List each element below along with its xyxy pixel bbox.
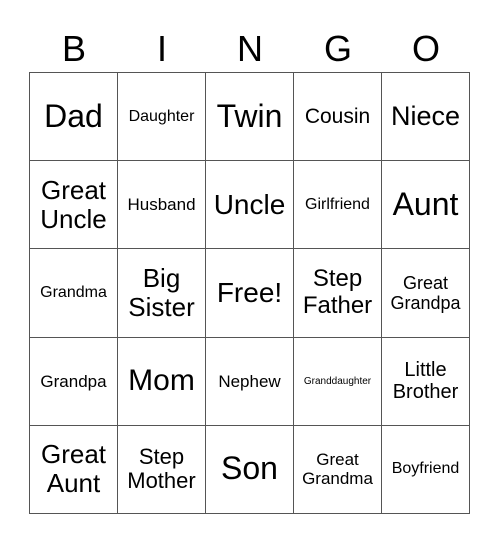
bingo-cell[interactable]: Niece <box>382 73 470 162</box>
bingo-cell-free[interactable]: Free! <box>206 249 294 338</box>
header-letter-i: I <box>156 28 167 69</box>
bingo-cell[interactable]: Grandma <box>30 249 118 338</box>
bingo-cell[interactable]: Dad <box>30 73 118 162</box>
bingo-cell[interactable]: Son <box>206 425 294 514</box>
bingo-cell[interactable]: Mom <box>118 337 206 426</box>
bingo-cell[interactable]: Little Brother <box>382 337 470 426</box>
bingo-cell[interactable]: Granddaughter <box>294 337 382 426</box>
bingo-cell[interactable]: Cousin <box>294 73 382 162</box>
bingo-cell[interactable]: Grandpa <box>30 337 118 426</box>
bingo-cell[interactable]: Aunt <box>382 161 470 250</box>
bingo-cell[interactable]: Boyfriend <box>382 425 470 514</box>
header-letter-b: B <box>61 28 86 69</box>
header-letter-n: N <box>237 28 263 69</box>
bingo-cell[interactable]: Daughter <box>118 73 206 162</box>
header-letter-g: G <box>323 28 352 69</box>
bingo-cell[interactable]: Step Mother <box>118 425 206 514</box>
bingo-cell[interactable]: Step Father <box>294 249 382 338</box>
bingo-cell[interactable]: Nephew <box>206 337 294 426</box>
bingo-cell[interactable]: Great Grandpa <box>382 249 470 338</box>
bingo-cell[interactable]: Uncle <box>206 161 294 250</box>
bingo-cell[interactable]: Big Sister <box>118 249 206 338</box>
bingo-cell[interactable]: Twin <box>206 73 294 162</box>
bingo-cell[interactable]: Great Uncle <box>30 161 118 250</box>
bingo-grid: Dad Daughter Twin Cousin Niece Great Unc… <box>29 72 470 514</box>
bingo-header: B I N G O <box>30 26 470 72</box>
header-letter-o: O <box>411 28 440 69</box>
bingo-cell[interactable]: Girlfriend <box>294 161 382 250</box>
bingo-cell[interactable]: Husband <box>118 161 206 250</box>
bingo-cell[interactable]: Great Aunt <box>30 425 118 514</box>
bingo-cell[interactable]: Great Grandma <box>294 425 382 514</box>
